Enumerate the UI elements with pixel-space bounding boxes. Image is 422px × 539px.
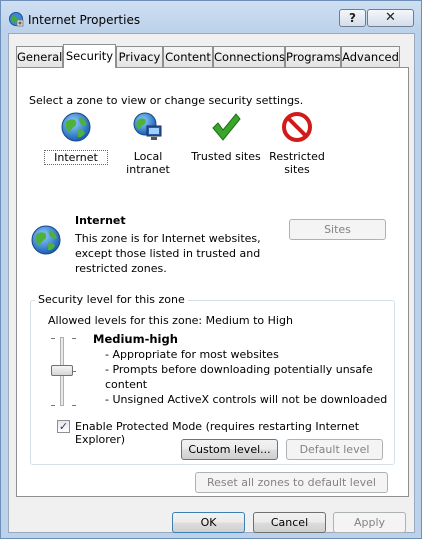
close-button[interactable]: ✕	[367, 9, 414, 27]
zone-title: Internet	[75, 214, 126, 227]
apply-button[interactable]: Apply	[333, 512, 406, 533]
description-line: This zone is for Internet websites,	[75, 232, 261, 245]
default-level-button[interactable]: Default level	[286, 439, 383, 460]
zone-restricted-sites[interactable]: Restricted sites	[265, 111, 329, 176]
slider-tick	[72, 338, 76, 339]
help-button[interactable]: ?	[339, 9, 366, 27]
level-name: Medium-high	[93, 332, 178, 346]
level-detail-line: - Unsigned ActiveX controls will not be …	[105, 393, 388, 406]
window-title: Internet Properties	[28, 13, 141, 27]
globe-icon	[31, 225, 61, 255]
zone-label: Local intranet	[126, 150, 170, 176]
title-bar: Internet Properties ? ✕	[1, 1, 421, 33]
description-line: except those listed in trusted and	[75, 247, 261, 260]
zone-label: Internet	[44, 150, 108, 165]
tab-advanced[interactable]: Advanced	[341, 46, 400, 67]
restricted-icon	[282, 112, 312, 142]
dialog-body: General Security Privacy Content Connect…	[8, 33, 415, 533]
slider-tick	[51, 338, 55, 339]
zone-local-intranet[interactable]: Local intranet	[113, 111, 183, 176]
security-level-legend: Security level for this zone	[35, 293, 188, 306]
level-detail-line: content	[105, 378, 148, 391]
level-detail-line: - Prompts before downloading potentially…	[105, 363, 373, 376]
tab-privacy[interactable]: Privacy	[116, 46, 163, 67]
level-detail-line: - Appropriate for most websites	[105, 348, 279, 361]
level-details: - Appropriate for most websites - Prompt…	[105, 347, 395, 407]
zone-label: Trusted sites	[191, 150, 261, 163]
tab-programs[interactable]: Programs	[285, 46, 341, 67]
tab-security[interactable]: Security	[63, 44, 116, 68]
intranet-icon	[133, 112, 162, 140]
globe-icon	[61, 112, 91, 142]
security-level-slider-thumb[interactable]	[51, 365, 73, 376]
custom-level-button[interactable]: Custom level...	[181, 439, 278, 460]
tab-general[interactable]: General	[16, 46, 63, 67]
internet-options-icon	[9, 12, 24, 27]
sites-button[interactable]: Sites	[289, 219, 386, 240]
ok-button[interactable]: OK	[172, 512, 245, 533]
zone-description: This zone is for Internet websites, exce…	[75, 231, 285, 276]
checkmark-icon	[212, 113, 241, 141]
zone-trusted-sites[interactable]: Trusted sites	[188, 111, 264, 163]
description-line: restricted zones.	[75, 262, 167, 275]
internet-properties-window: Internet Properties ? ✕ General Security…	[0, 0, 422, 539]
zone-label: Restricted sites	[269, 150, 325, 176]
zone-internet[interactable]: Internet	[44, 111, 108, 165]
cancel-button[interactable]: Cancel	[253, 512, 326, 533]
slider-tick	[51, 405, 55, 406]
tab-connections[interactable]: Connections	[213, 46, 285, 67]
reset-all-zones-button[interactable]: Reset all zones to default level	[195, 472, 388, 493]
protected-mode-checkbox[interactable]: ✓	[57, 420, 70, 433]
tab-content[interactable]: Content	[163, 46, 213, 67]
slider-tick	[72, 405, 76, 406]
allowed-levels-text: Allowed levels for this zone: Medium to …	[48, 314, 293, 327]
security-tab-panel: Select a zone to view or change security…	[16, 67, 409, 497]
zone-instruction: Select a zone to view or change security…	[29, 94, 304, 107]
